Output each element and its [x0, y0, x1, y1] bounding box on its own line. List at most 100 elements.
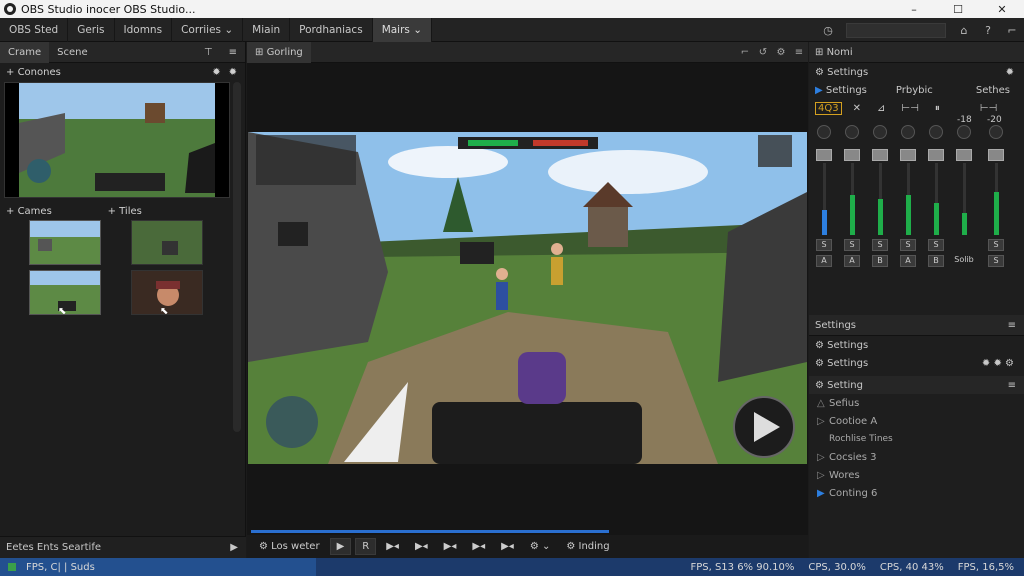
tab-crame[interactable]: Crame — [0, 41, 50, 63]
solo-button[interactable]: S — [928, 239, 944, 251]
tool-button[interactable]: ✕ — [848, 103, 866, 114]
menu-item[interactable]: Geris — [68, 17, 115, 42]
fader-handle[interactable] — [872, 149, 888, 161]
list-item[interactable]: ▷ Cocsies 3 — [817, 448, 1024, 466]
list-item[interactable]: ▷ Wores — [817, 466, 1024, 484]
play-button[interactable]: ▶ — [329, 538, 352, 555]
clock-icon[interactable]: ◷ — [816, 24, 840, 37]
gear-icon[interactable]: ✹ ✹ ⚙ — [982, 358, 1014, 369]
list-item[interactable]: △ Sefius — [817, 394, 1024, 412]
list-item[interactable]: ▷ Cootioe A — [817, 412, 1024, 430]
setting-header[interactable]: ⚙ Setting ≡ — [809, 376, 1024, 394]
volume-knob[interactable] — [989, 125, 1003, 139]
fader-handle[interactable] — [816, 149, 832, 161]
settings2-header: Settings ≡ — [809, 315, 1024, 336]
menu-search-field[interactable] — [846, 22, 946, 38]
list-item-label: Cootioe A — [829, 415, 878, 427]
resize-icon[interactable]: ⌐ — [736, 47, 754, 58]
menu-item[interactable]: OBS Sted — [0, 17, 69, 42]
channel-label[interactable]: S — [988, 255, 1004, 267]
mixer-channel: SA — [813, 117, 835, 307]
channel-label[interactable]: A — [900, 255, 916, 267]
sub-prbybic: Prbybic — [895, 84, 933, 96]
channel-label[interactable]: Solib — [951, 255, 977, 267]
menu-item[interactable]: Pordhaniacs — [290, 17, 373, 42]
add-icon[interactable]: + — [108, 206, 120, 217]
volume-knob[interactable] — [929, 125, 943, 139]
volume-knob[interactable] — [901, 125, 915, 139]
source-thumbnail[interactable] — [4, 82, 230, 198]
step-button[interactable]: ▶◂ — [380, 538, 405, 555]
menu-icon[interactable]: ≡ — [1008, 380, 1016, 391]
fader-handle[interactable] — [988, 149, 1004, 161]
menu-item-active[interactable]: Mairs ⌄ — [372, 17, 433, 42]
menu-item[interactable]: Miain — [243, 17, 291, 42]
close-button[interactable]: ✕ — [980, 0, 1024, 18]
solo-button[interactable]: S — [872, 239, 888, 251]
tool-button[interactable]: ⊢⊣ — [896, 103, 923, 114]
sources-header: + Conones ✹ ✹ — [0, 63, 245, 81]
cam-thumbnail[interactable] — [131, 220, 203, 265]
center-tabs: ⊞ Gorling ⌐ ↺ ⚙ ≡ — [247, 41, 808, 63]
scene-preview[interactable] — [248, 132, 807, 464]
maximize-button[interactable]: ☐ — [936, 0, 980, 18]
record-button[interactable]: R — [355, 538, 377, 555]
undo-icon[interactable]: ↺ — [754, 47, 772, 58]
volume-knob[interactable] — [817, 125, 831, 139]
fader-handle[interactable] — [956, 149, 972, 161]
channel-label[interactable]: B — [872, 255, 888, 267]
channel-label[interactable]: A — [816, 255, 832, 267]
tool-button[interactable]: ⊿ — [872, 103, 890, 114]
tool-button[interactable]: ⊢⊣ — [975, 103, 1002, 114]
tab-scene[interactable]: Scene — [49, 42, 96, 63]
fader-handle[interactable] — [844, 149, 860, 161]
gear-icon[interactable]: ⚙ — [772, 47, 790, 58]
playback-progress[interactable] — [251, 530, 609, 533]
menu-item[interactable]: Idomns — [115, 17, 173, 42]
settings-row[interactable]: ⚙ Settings ✹ — [809, 63, 1024, 81]
fader-handle[interactable] — [928, 149, 944, 161]
gear-icon[interactable]: ✹ — [212, 67, 220, 78]
tool-button[interactable]: ⏸ — [930, 103, 945, 114]
add-icon[interactable]: + — [6, 67, 18, 78]
gear-icon[interactable]: ✹ — [1006, 67, 1014, 78]
left-scrollbar[interactable] — [233, 82, 241, 432]
volume-knob[interactable] — [845, 125, 859, 139]
step-button[interactable]: ▶◂ — [495, 538, 520, 555]
pin-icon[interactable]: ⌐ — [1000, 24, 1024, 37]
step-button[interactable]: ▶◂ — [438, 538, 463, 555]
expand-icon[interactable]: ▶ — [230, 542, 238, 553]
step-button[interactable]: ▶◂ — [409, 538, 434, 555]
volume-knob[interactable] — [873, 125, 887, 139]
settings-row[interactable]: ⚙ Settings ✹ ✹ ⚙ — [809, 354, 1024, 372]
solo-button[interactable]: S — [988, 239, 1004, 251]
solo-button[interactable]: S — [844, 239, 860, 251]
tool-button[interactable]: 4Q3 — [815, 101, 842, 115]
channel-label[interactable]: A — [844, 255, 860, 267]
solo-button[interactable]: S — [816, 239, 832, 251]
home-icon[interactable]: ⌂ — [952, 24, 976, 37]
channel-label[interactable]: B — [928, 255, 944, 267]
filter-icon[interactable]: ⊤ — [196, 42, 221, 63]
minimize-button[interactable]: – — [892, 0, 936, 18]
gear-icon[interactable]: ✹ — [229, 67, 237, 78]
settings-row[interactable]: ⚙ Settings — [809, 336, 1024, 354]
menu-icon[interactable]: ≡ — [221, 42, 245, 63]
step-button[interactable]: ▶◂ — [466, 538, 491, 555]
list-item-active[interactable]: ▶ Conting 6 — [817, 484, 1024, 502]
fader-handle[interactable] — [900, 149, 916, 161]
volume-knob[interactable] — [957, 125, 971, 139]
menu-icon[interactable]: ≡ — [790, 47, 808, 58]
menu-item[interactable]: Corriies ⌄ — [172, 17, 244, 42]
cam-thumbnail-selected[interactable]: ⬉ — [29, 270, 101, 315]
tab-gorling[interactable]: ⊞ Gorling — [247, 41, 311, 63]
add-icon[interactable]: + — [6, 206, 18, 217]
expand-icon[interactable]: ▶ — [815, 85, 826, 96]
cam-thumbnail[interactable]: ⬉ — [131, 270, 203, 315]
list-item[interactable]: Rochlise Tines — [817, 430, 1024, 448]
solo-button[interactable]: S — [900, 239, 916, 251]
gear-dropdown[interactable]: ⚙ ⌄ — [524, 538, 557, 555]
help-icon[interactable]: ? — [976, 24, 1000, 37]
menu-icon[interactable]: ≡ — [1008, 320, 1016, 331]
cam-thumbnail[interactable] — [29, 220, 101, 265]
